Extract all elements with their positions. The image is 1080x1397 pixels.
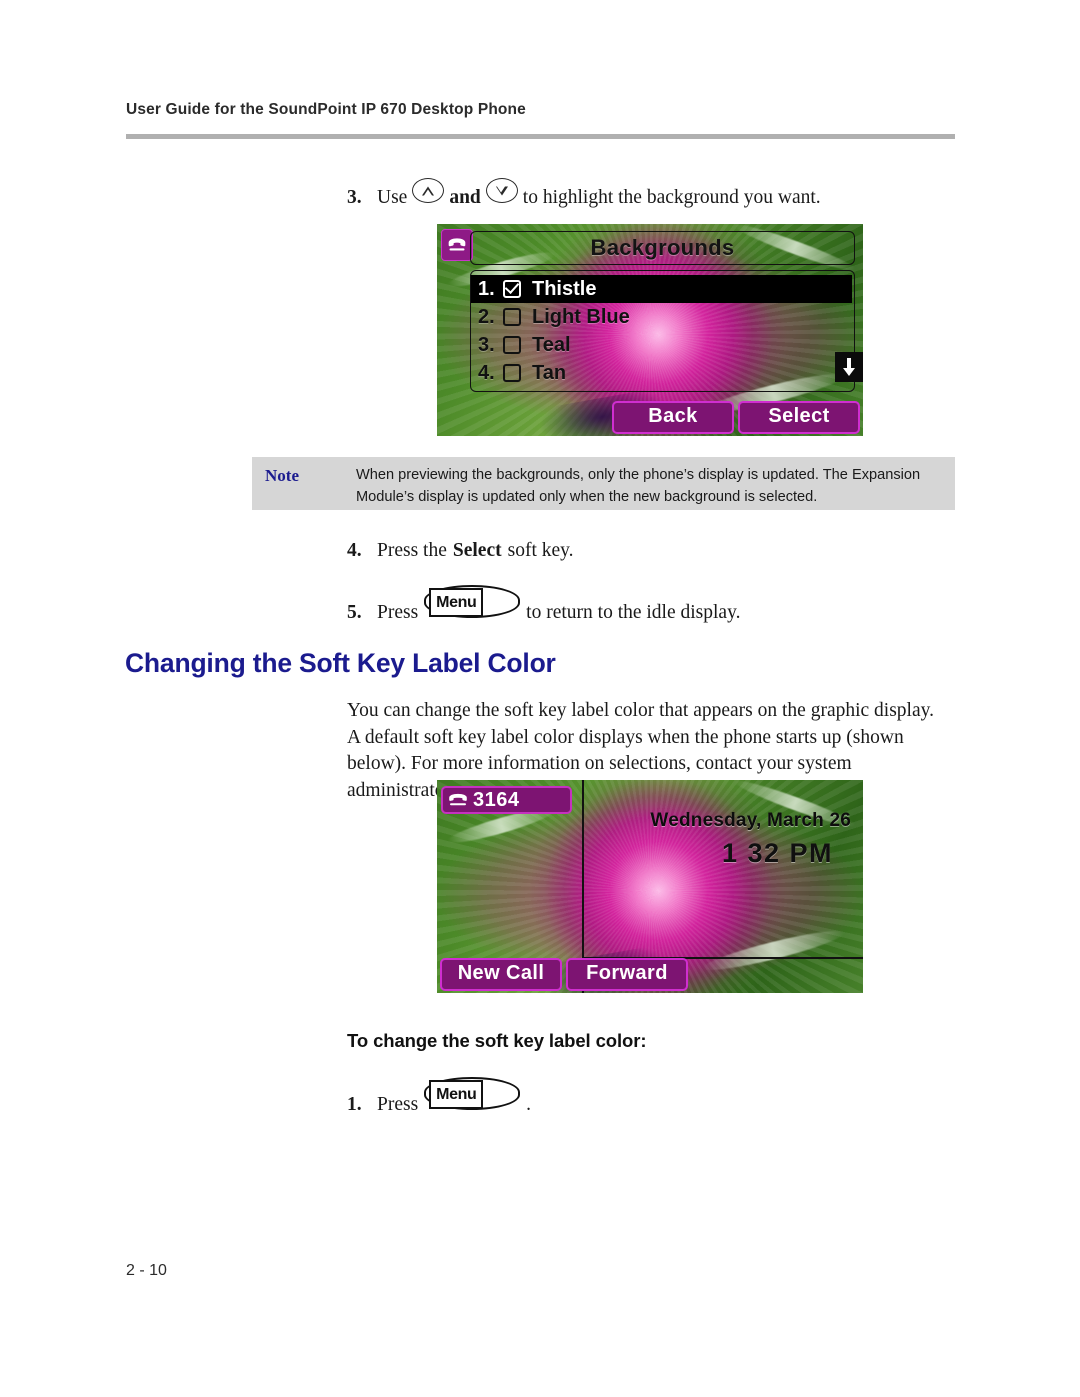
step-3-text-before: Use — [377, 187, 408, 208]
step-4-text-after: soft key. — [507, 540, 574, 561]
scroll-down-icon[interactable] — [835, 352, 863, 382]
phone-menu-screenshot: Backgrounds 1. Thistle 2. Light Blue 3. … — [437, 224, 863, 436]
step-4: 4. Press the Select soft key. — [347, 538, 574, 564]
list-item[interactable]: 4. Tan — [471, 359, 854, 387]
idle-time-text: 1 32 PM — [721, 838, 833, 868]
handset-icon — [441, 229, 473, 261]
checkbox-icon[interactable] — [503, 336, 521, 354]
page-number: 2 - 10 — [126, 1262, 167, 1279]
step-1-text-after: . — [526, 1094, 532, 1115]
step-5-number: 5. — [347, 602, 362, 623]
list-item-label: Thistle — [532, 277, 597, 300]
menu-title-text: Backgrounds — [590, 235, 735, 260]
step-3: 3. Use and to highlight the background y… — [347, 178, 821, 211]
menu-hard-key-label: Menu — [429, 588, 484, 617]
menu-hard-key-icon: Menu — [424, 585, 521, 618]
menu-title-bar: Backgrounds — [470, 231, 855, 265]
step-3-number: 3. — [347, 187, 362, 208]
checkbox-checked-icon[interactable] — [503, 280, 521, 298]
note-label: Note — [265, 466, 299, 485]
idle-softkey-row: New Call Forward — [437, 958, 863, 991]
note-text: When previewing the backgrounds, only th… — [356, 467, 921, 505]
running-header-title: User Guide for the SoundPoint IP 670 Des… — [126, 101, 526, 118]
step-1-number: 1. — [347, 1094, 362, 1115]
up-arrow-key-icon — [412, 178, 445, 203]
phone-idle-screenshot: 3164 Wednesday, March 26 1 32 PM New Cal… — [437, 780, 863, 993]
extension-number: 3164 — [473, 788, 520, 811]
procedure-sub-heading: To change the soft key label color: — [347, 1030, 647, 1051]
checkbox-icon[interactable] — [503, 308, 521, 326]
down-arrow-key-icon — [485, 178, 518, 203]
checkbox-icon[interactable] — [503, 364, 521, 382]
step-5: 5. Press Menu to return to the idle disp… — [347, 585, 740, 626]
back-softkey[interactable]: Back — [612, 401, 734, 434]
list-item-label: Tan — [532, 361, 567, 384]
list-item-label: Light Blue — [532, 305, 630, 328]
step-5-text-after: to return to the idle display. — [526, 602, 741, 623]
step-3-text-after: to highlight the background you want. — [522, 187, 821, 208]
step-4-text-before: Press the — [377, 540, 447, 561]
step-1-text-before: Press — [377, 1094, 419, 1115]
header-divider-rule — [126, 134, 955, 139]
backgrounds-list[interactable]: 1. Thistle 2. Light Blue 3. Teal 4. Tan — [470, 270, 855, 392]
new-call-softkey[interactable]: New Call — [440, 958, 562, 991]
list-item[interactable]: 2. Light Blue — [471, 303, 854, 331]
list-item[interactable]: 3. Teal — [471, 331, 854, 359]
list-item-label: Teal — [532, 333, 571, 356]
list-item[interactable]: 1. Thistle — [471, 275, 852, 303]
step-1: 1. Press Menu . — [347, 1077, 531, 1118]
step-5-text-before: Press — [377, 602, 419, 623]
menu-hard-key-icon: Menu — [424, 1077, 521, 1110]
line-key-extension[interactable]: 3164 — [441, 786, 572, 814]
step-4-bold-word: Select — [452, 540, 502, 561]
page-title: Changing the Soft Key Label Color — [125, 648, 556, 678]
idle-date-text: Wednesday, March 26 — [650, 810, 851, 831]
forward-softkey[interactable]: Forward — [566, 958, 688, 991]
step-3-text-middle: and — [449, 187, 481, 208]
menu-softkey-row: Back Select — [437, 401, 863, 434]
handset-icon — [449, 793, 467, 806]
list-item-index: 3. — [478, 333, 495, 356]
list-item-index: 4. — [478, 361, 495, 384]
select-softkey[interactable]: Select — [738, 401, 860, 434]
step-4-number: 4. — [347, 540, 362, 561]
list-item-index: 2. — [478, 305, 495, 328]
menu-hard-key-label: Menu — [429, 1080, 484, 1109]
list-item-index: 1. — [478, 277, 495, 300]
